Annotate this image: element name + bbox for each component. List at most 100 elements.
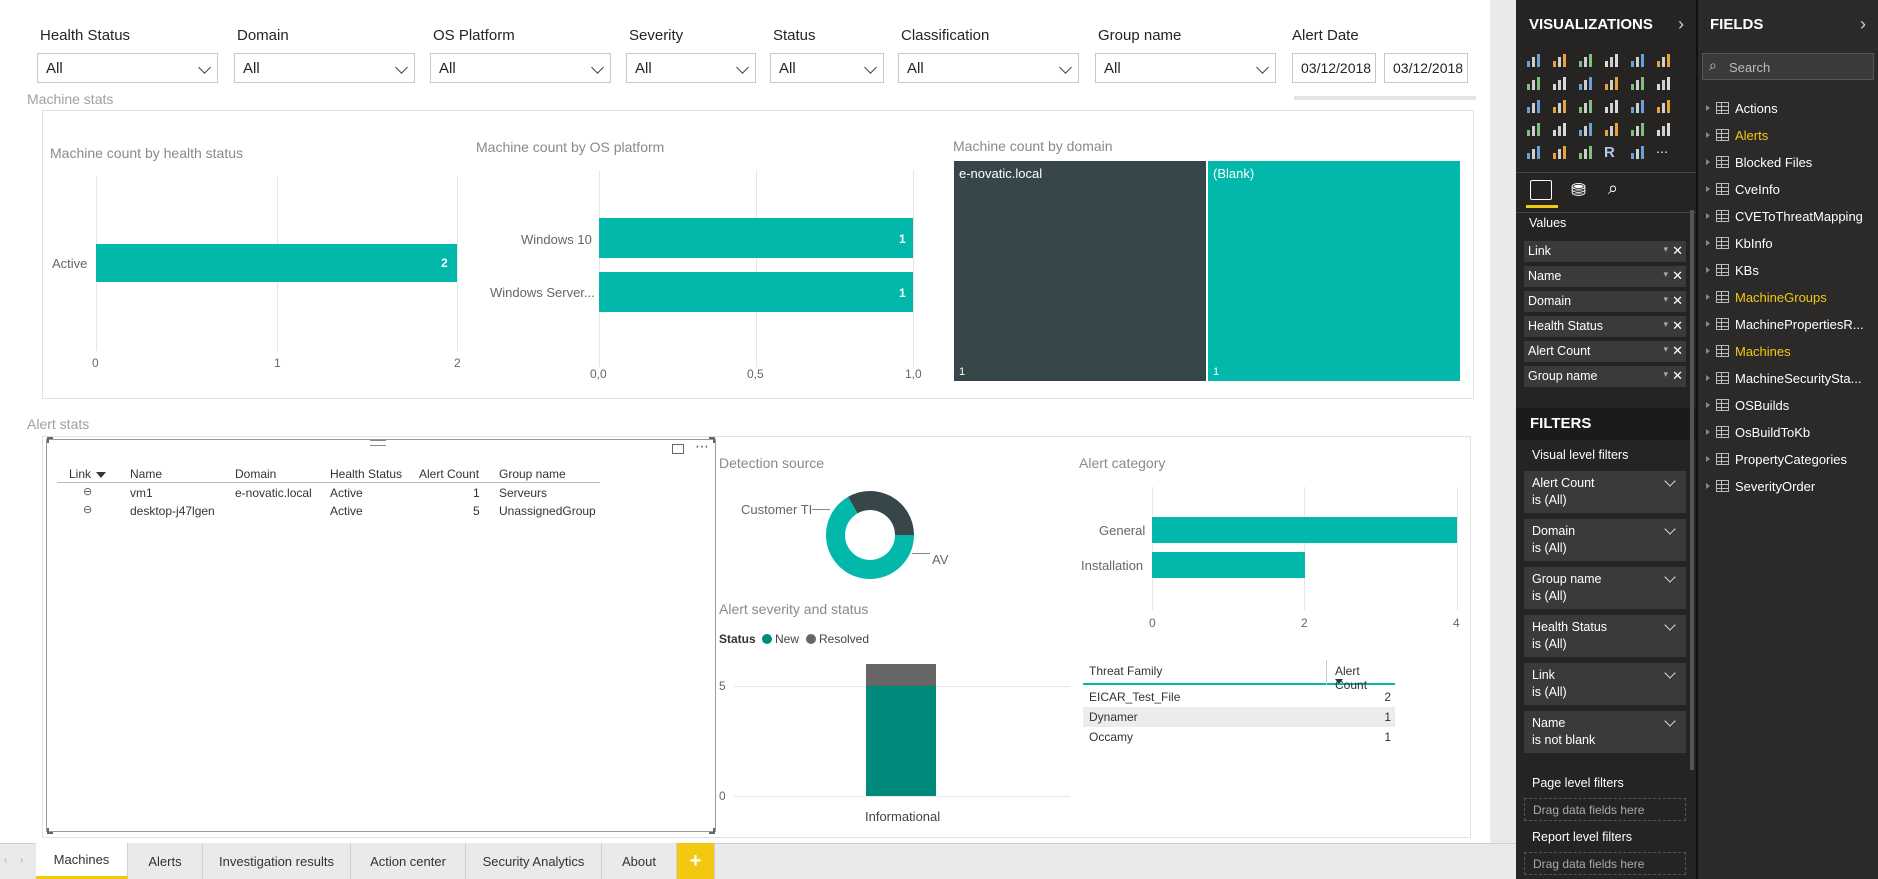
sort-desc-icon[interactable] [96,472,106,478]
resize-handle[interactable] [47,437,53,443]
link-icon[interactable]: ⊖ [83,503,92,516]
field-table-cveinfo[interactable]: CveInfo [1706,179,1780,199]
stacked-bar-visual-icon[interactable] [1526,52,1542,68]
fields-search-box[interactable]: ⌕ Search [1702,53,1874,80]
resize-handle[interactable] [709,828,715,834]
remove-field-icon[interactable]: ✕ [1672,368,1683,384]
collapse-chevron-icon[interactable]: › [1860,14,1866,35]
remove-field-icon[interactable]: ✕ [1672,343,1683,359]
expand-arrow-icon[interactable] [1706,159,1710,165]
funnel-visual-icon[interactable] [1552,121,1568,137]
percent-column-visual-icon[interactable] [1656,52,1672,68]
group-name-dropdown[interactable]: All [1095,53,1276,83]
donut-slice-customer-ti[interactable] [848,491,914,535]
domain-dropdown[interactable]: All [234,53,415,83]
link-icon[interactable]: ⊖ [83,485,92,498]
expand-arrow-icon[interactable] [1706,132,1710,138]
analytics-magnifier-icon[interactable]: ⌕ [1608,178,1618,199]
field-table-actions[interactable]: Actions [1706,98,1778,118]
more-visual-icon[interactable]: ⋯ [1656,144,1672,160]
expand-arrow-icon[interactable] [1706,429,1710,435]
field-table-kbs[interactable]: KBs [1706,260,1759,280]
line-column-visual-icon[interactable] [1604,75,1620,91]
expand-arrow-icon[interactable] [1706,483,1710,489]
expand-arrow-icon[interactable] [1706,348,1710,354]
bar-windows-server[interactable] [599,272,913,312]
resize-handle[interactable] [709,437,715,443]
sort-desc-icon[interactable] [1335,679,1343,684]
card-visual-icon[interactable] [1604,121,1620,137]
r-script-visual-icon[interactable]: R [1604,144,1620,161]
machines-table-visual[interactable]: ⋯ Link Name Domain Health Status Alert C… [46,437,716,834]
pie-visual-icon[interactable] [1578,98,1594,114]
scatter-visual-icon[interactable] [1552,98,1568,114]
field-well[interactable]: Name ▾ ✕ [1524,266,1686,287]
tab-scroll-left-icon[interactable]: ‹ [4,855,7,866]
column-header-name[interactable]: Name [130,467,162,481]
expand-arrow-icon[interactable] [1706,375,1710,381]
format-paint-roller-icon[interactable]: ⛃ [1571,180,1586,201]
field-well[interactable]: Domain ▾ ✕ [1524,291,1686,312]
table-row[interactable]: Dynamer 1 [1083,707,1395,727]
expand-arrow-icon[interactable] [1706,402,1710,408]
expand-arrow-icon[interactable] [1706,186,1710,192]
expand-arrow-icon[interactable] [1706,321,1710,327]
filter-card[interactable]: Domain is (All) [1524,519,1686,561]
column-header-domain[interactable]: Domain [235,467,276,481]
percent-bar-visual-icon[interactable] [1630,52,1646,68]
field-table-machinegroups[interactable]: MachineGroups [1706,287,1827,307]
field-well[interactable]: Group name ▾ ✕ [1524,366,1686,387]
table-row[interactable]: ⊖ desktop-j47lgen Active 5 UnassignedGro… [57,502,600,520]
field-table-cvetothreatmapping[interactable]: CVEToThreatMapping [1706,206,1863,226]
dropdown-icon[interactable]: ▾ [1663,294,1668,305]
os-platform-dropdown[interactable]: All [430,53,611,83]
expand-arrow-icon[interactable] [1706,267,1710,273]
status-dropdown[interactable]: All [770,53,884,83]
more-options-icon[interactable]: ⋯ [695,438,709,455]
expand-arrow-icon[interactable] [1706,105,1710,111]
dropdown-icon[interactable]: ▾ [1663,269,1668,280]
date-from-input[interactable]: 03/12/2018 [1292,53,1376,83]
filter-card[interactable]: Link is (All) [1524,663,1686,705]
filter-card[interactable]: Alert Count is (All) [1524,471,1686,513]
kpi-visual-icon[interactable] [1656,121,1672,137]
bar-general[interactable] [1152,517,1457,543]
health-status-dropdown[interactable]: All [37,53,218,83]
tab-security-analytics[interactable]: Security Analytics [466,843,602,879]
date-range-slider[interactable] [1294,96,1476,100]
pane-scrollbar[interactable] [1690,210,1694,770]
tab-about[interactable]: About [602,843,677,879]
tab-scroll-right-icon[interactable]: › [20,855,23,866]
bar-resolved[interactable] [866,664,936,686]
tab-investigation-results[interactable]: Investigation results [203,843,351,879]
filter-card[interactable]: Group name is (All) [1524,567,1686,609]
field-table-osbuilds[interactable]: OSBuilds [1706,395,1789,415]
table-row[interactable]: ⊖ vm1 e-novatic.local Active 1 Serveurs [57,484,600,502]
field-table-osbuildtokb[interactable]: OsBuildToKb [1706,422,1810,442]
column-header-threat-family[interactable]: Threat Family [1089,664,1162,678]
bar-windows-10[interactable] [599,218,913,258]
field-well[interactable]: Health Status ▾ ✕ [1524,316,1686,337]
clustered-bar-visual-icon[interactable] [1578,52,1594,68]
tab-alerts[interactable]: Alerts [128,843,203,879]
field-well[interactable]: Alert Count ▾ ✕ [1524,341,1686,362]
column-header-health[interactable]: Health Status [330,467,402,481]
gauge-visual-icon[interactable] [1578,121,1594,137]
treemap-tile-blank[interactable]: (Blank) 1 [1208,161,1460,381]
remove-field-icon[interactable]: ✕ [1672,318,1683,334]
tab-action-center[interactable]: Action center [351,843,466,879]
tab-machines[interactable]: Machines [36,843,128,879]
stacked-column-visual-icon[interactable] [1552,52,1568,68]
bar-installation[interactable] [1152,552,1305,578]
page-filters-drop-zone[interactable]: Drag data fields here [1524,798,1686,821]
fields-tab-icon[interactable] [1530,180,1552,200]
clustered-column-visual-icon[interactable] [1604,52,1620,68]
expand-arrow-icon[interactable] [1706,213,1710,219]
field-table-machinepropertiesr-[interactable]: MachinePropertiesR... [1706,314,1864,334]
field-table-kbinfo[interactable]: KbInfo [1706,233,1773,253]
table-visual-icon[interactable] [1552,144,1568,160]
drag-handle-icon[interactable] [370,440,386,446]
remove-field-icon[interactable]: ✕ [1672,293,1683,309]
matrix-visual-icon[interactable] [1578,144,1594,160]
filter-card[interactable]: Name is not blank [1524,711,1686,753]
